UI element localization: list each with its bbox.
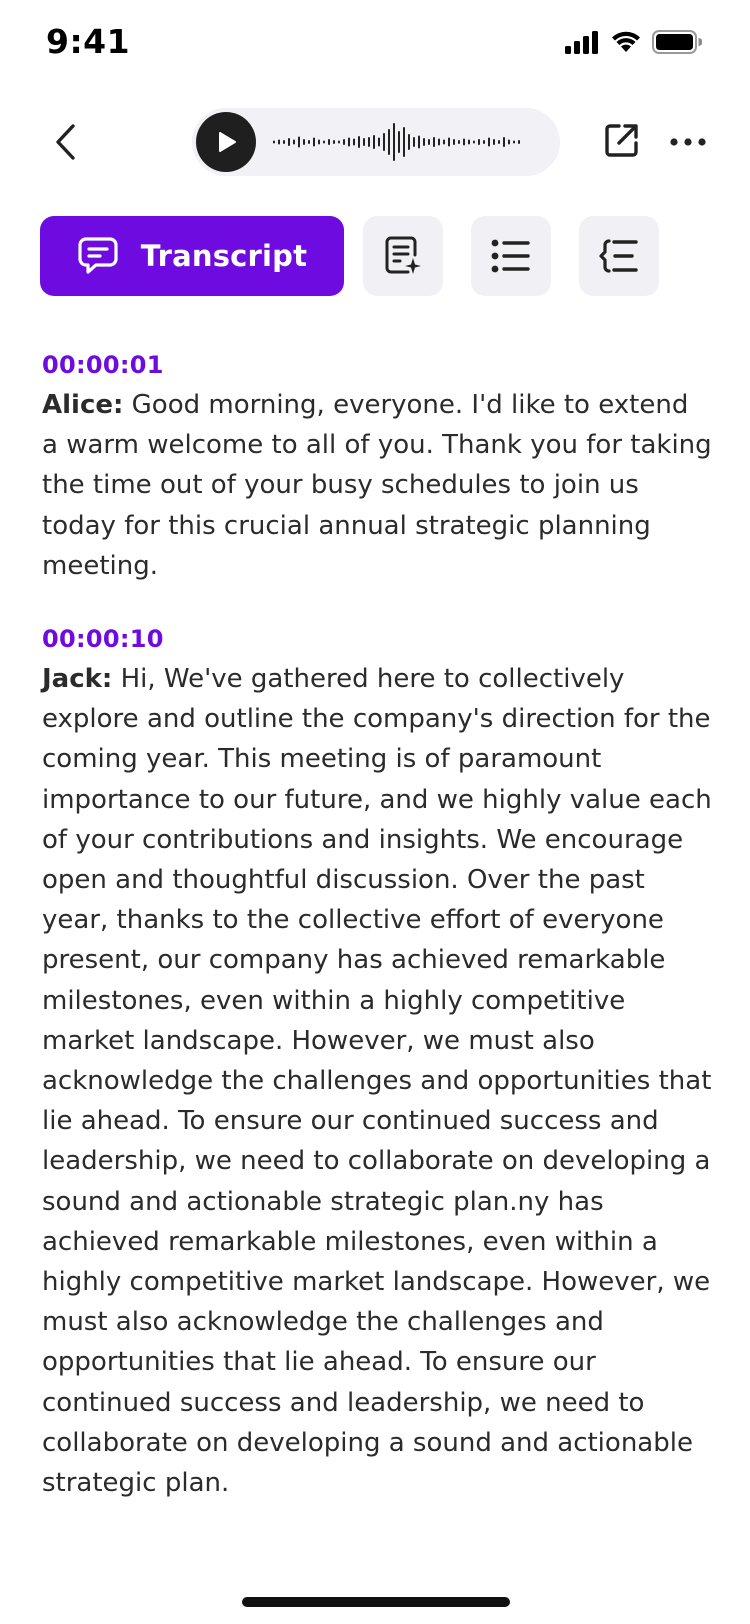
transcript-list: 00:00:01 Alice: Good morning, everyone. … <box>42 345 712 1536</box>
signal-icon <box>565 31 598 54</box>
waveform-bar <box>413 137 415 147</box>
transcript-segment[interactable]: 00:00:10 Jack: Hi, We've gathered here t… <box>42 619 712 1503</box>
waveform-bar <box>418 135 420 149</box>
utterance-text: Good morning, everyone. I'd like to exte… <box>42 390 712 581</box>
waveform-bar <box>483 140 485 144</box>
waveform-bar <box>338 140 340 144</box>
waveform-bar <box>478 139 480 145</box>
waveform-bar <box>298 136 300 148</box>
waveform-bar <box>343 139 345 145</box>
play-button[interactable] <box>196 112 256 172</box>
battery-icon <box>652 30 702 54</box>
more-horizontal-icon <box>670 138 706 146</box>
timestamp[interactable]: 00:00:01 <box>42 345 712 385</box>
waveform-bar <box>438 138 440 146</box>
waveform-bar <box>423 138 425 146</box>
waveform-bar <box>433 137 435 147</box>
waveform-bar <box>293 139 295 145</box>
external-share-icon <box>605 124 638 157</box>
status-bar: 9:41 <box>0 0 750 92</box>
waveform-bar <box>328 139 330 145</box>
home-indicator <box>242 1597 510 1607</box>
tab-list[interactable] <box>471 216 551 296</box>
transcript-segment[interactable]: 00:00:01 Alice: Good morning, everyone. … <box>42 345 712 586</box>
waveform-bar <box>458 140 460 144</box>
waveform-bar <box>363 138 365 146</box>
wifi-icon <box>612 31 640 52</box>
waveform-bar <box>453 139 455 145</box>
top-bar <box>0 100 750 186</box>
waveform-bar <box>353 138 355 146</box>
waveform-bar <box>473 140 475 144</box>
waveform-bar <box>463 138 465 146</box>
waveform-bar <box>508 139 510 145</box>
waveform-bar <box>488 137 490 147</box>
waveform-bar <box>368 137 370 147</box>
waveform-bar <box>388 129 390 155</box>
utterance: Alice: Good morning, everyone. I'd like … <box>42 385 712 586</box>
waveform-bar <box>308 140 310 144</box>
tab-transcript-label: Transcript <box>140 239 308 273</box>
waveform-bar <box>443 139 445 145</box>
chevron-left-icon <box>56 124 75 160</box>
waveform-bar <box>283 140 285 144</box>
waveform-bar <box>348 137 350 147</box>
waveform-bar <box>408 134 410 150</box>
tab-ai-notes[interactable] <box>363 216 443 296</box>
utterance: Jack: Hi, We've gathered here to collect… <box>42 659 712 1503</box>
status-time: 9:41 <box>46 22 131 61</box>
waveform-bar <box>428 139 430 145</box>
waveform-bar <box>468 139 470 145</box>
waveform-bar <box>513 140 515 144</box>
waveform-bar <box>273 140 275 144</box>
waveform-bar <box>313 137 315 147</box>
outline-icon <box>599 239 638 273</box>
waveform-bar <box>303 139 305 145</box>
speaker-name: Jack: <box>42 664 113 695</box>
timestamp[interactable]: 00:00:10 <box>42 619 712 659</box>
share-button[interactable] <box>598 116 646 164</box>
list-icon <box>491 239 530 273</box>
waveform-bar <box>448 137 450 147</box>
waveform-bar <box>358 136 360 148</box>
waveform-bar <box>403 127 405 157</box>
ai-notes-icon <box>385 236 421 274</box>
waveform-bar <box>323 140 325 144</box>
waveform-bar <box>393 123 395 161</box>
waveform-bar <box>398 131 400 153</box>
waveform-bar <box>288 138 290 146</box>
waveform-bar <box>373 135 375 149</box>
waveform-bar <box>518 140 520 144</box>
status-icons <box>564 30 702 54</box>
waveform-bar <box>278 139 280 145</box>
back-button[interactable] <box>40 114 90 170</box>
waveform-bar <box>503 137 505 147</box>
waveform-bar <box>493 139 495 145</box>
waveform-bar <box>383 133 385 151</box>
more-button[interactable] <box>664 122 712 162</box>
play-icon <box>219 132 236 152</box>
waveform-bar <box>378 137 380 147</box>
view-tabs: Transcript <box>0 216 750 296</box>
utterance-text: Hi, We've gathered here to collectively … <box>42 664 712 1499</box>
waveform-bar <box>333 140 335 144</box>
tab-transcript[interactable]: Transcript <box>40 216 344 296</box>
audio-player[interactable] <box>192 108 560 176</box>
transcript-chat-icon <box>78 237 118 274</box>
waveform-bar <box>498 140 500 144</box>
waveform[interactable] <box>272 108 522 176</box>
waveform-bar <box>318 139 320 145</box>
speaker-name: Alice: <box>42 390 124 420</box>
tab-outline[interactable] <box>579 216 659 296</box>
